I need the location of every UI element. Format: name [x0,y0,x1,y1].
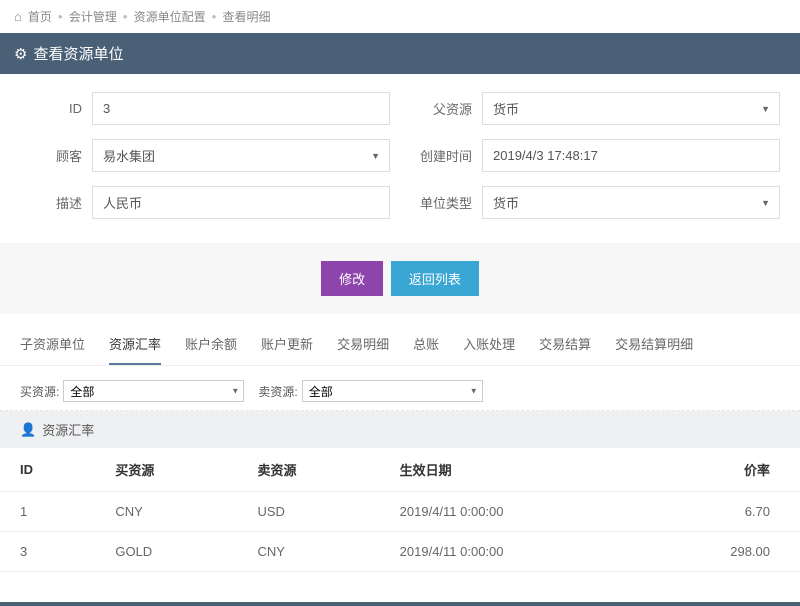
breadcrumb: ⌂ 首页 ● 会计管理 ● 资源单位配置 ● 查看明细 [0,0,800,33]
filter-buy-label: 买资源: [20,383,59,400]
cell-date: 2019/4/11 0:00:00 [380,532,639,572]
tab-balance[interactable]: 账户余额 [185,324,237,365]
filter-row: 买资源: 卖资源: [0,366,800,411]
breadcrumb-sep: ● [212,12,217,21]
filter-sell-select[interactable] [302,380,483,402]
back-button[interactable]: 返回列表 [391,261,479,296]
table-header-row: ID 买资源 卖资源 生效日期 价率 [0,448,800,492]
table-row[interactable]: 1 CNY USD 2019/4/11 0:00:00 6.70 [0,492,800,532]
tab-sub-resource[interactable]: 子资源单位 [20,324,85,365]
cell-id: 3 [0,532,95,572]
breadcrumb-home[interactable]: 首页 [28,8,52,25]
breadcrumb-item-1[interactable]: 资源单位配置 [134,8,206,25]
input-desc[interactable] [92,186,390,219]
cell-id: 1 [0,492,95,532]
select-customer[interactable] [92,139,390,172]
button-row: 修改 返回列表 [0,243,800,314]
label-id: ID [20,101,92,116]
col-rate[interactable]: 价率 [638,448,800,492]
gear-icon: ⚙ [14,45,27,63]
tab-settlement[interactable]: 交易结算 [539,324,591,365]
breadcrumb-sep: ● [123,12,128,21]
select-unittype[interactable] [482,186,780,219]
rate-table: ID 买资源 卖资源 生效日期 价率 1 CNY USD 2019/4/11 0… [0,448,800,572]
cell-buy: GOLD [95,532,237,572]
cell-date: 2019/4/11 0:00:00 [380,492,639,532]
tab-settlement-detail[interactable]: 交易结算明细 [615,324,693,365]
breadcrumb-sep: ● [58,12,63,21]
label-created: 创建时间 [410,146,482,165]
footer-bar [0,602,800,606]
cell-rate: 6.70 [638,492,800,532]
label-desc: 描述 [20,193,92,212]
col-buy[interactable]: 买资源 [95,448,237,492]
page-title: 查看资源单位 [33,43,123,64]
tab-ledger[interactable]: 总账 [413,324,439,365]
tab-exchange-rate[interactable]: 资源汇率 [109,324,161,365]
cell-buy: CNY [95,492,237,532]
col-sell[interactable]: 卖资源 [238,448,380,492]
section-title-text: 资源汇率 [42,420,94,439]
cell-rate: 298.00 [638,532,800,572]
label-parent: 父资源 [410,99,482,118]
tab-account-update[interactable]: 账户更新 [261,324,313,365]
input-created[interactable] [482,139,780,172]
user-icon: 👤 [20,422,36,438]
home-icon[interactable]: ⌂ [14,9,22,24]
tab-bar: 子资源单位 资源汇率 账户余额 账户更新 交易明细 总账 入账处理 交易结算 交… [0,324,800,366]
filter-buy-select[interactable] [63,380,244,402]
page-header: ⚙ 查看资源单位 [0,33,800,74]
tab-posting[interactable]: 入账处理 [463,324,515,365]
filter-sell-label: 卖资源: [258,383,297,400]
label-customer: 顾客 [20,146,92,165]
col-date[interactable]: 生效日期 [380,448,639,492]
select-parent[interactable] [482,92,780,125]
modify-button[interactable]: 修改 [321,261,383,296]
detail-form: ID 父资源 顾客 创建时间 描 [0,74,800,243]
cell-sell: USD [238,492,380,532]
col-id[interactable]: ID [0,448,95,492]
input-id[interactable] [92,92,390,125]
section-title: 👤 资源汇率 [0,411,800,448]
cell-sell: CNY [238,532,380,572]
table-row[interactable]: 3 GOLD CNY 2019/4/11 0:00:00 298.00 [0,532,800,572]
label-unittype: 单位类型 [410,193,482,212]
breadcrumb-item-0[interactable]: 会计管理 [69,8,117,25]
tab-transaction-detail[interactable]: 交易明细 [337,324,389,365]
breadcrumb-item-2[interactable]: 查看明细 [222,8,270,25]
